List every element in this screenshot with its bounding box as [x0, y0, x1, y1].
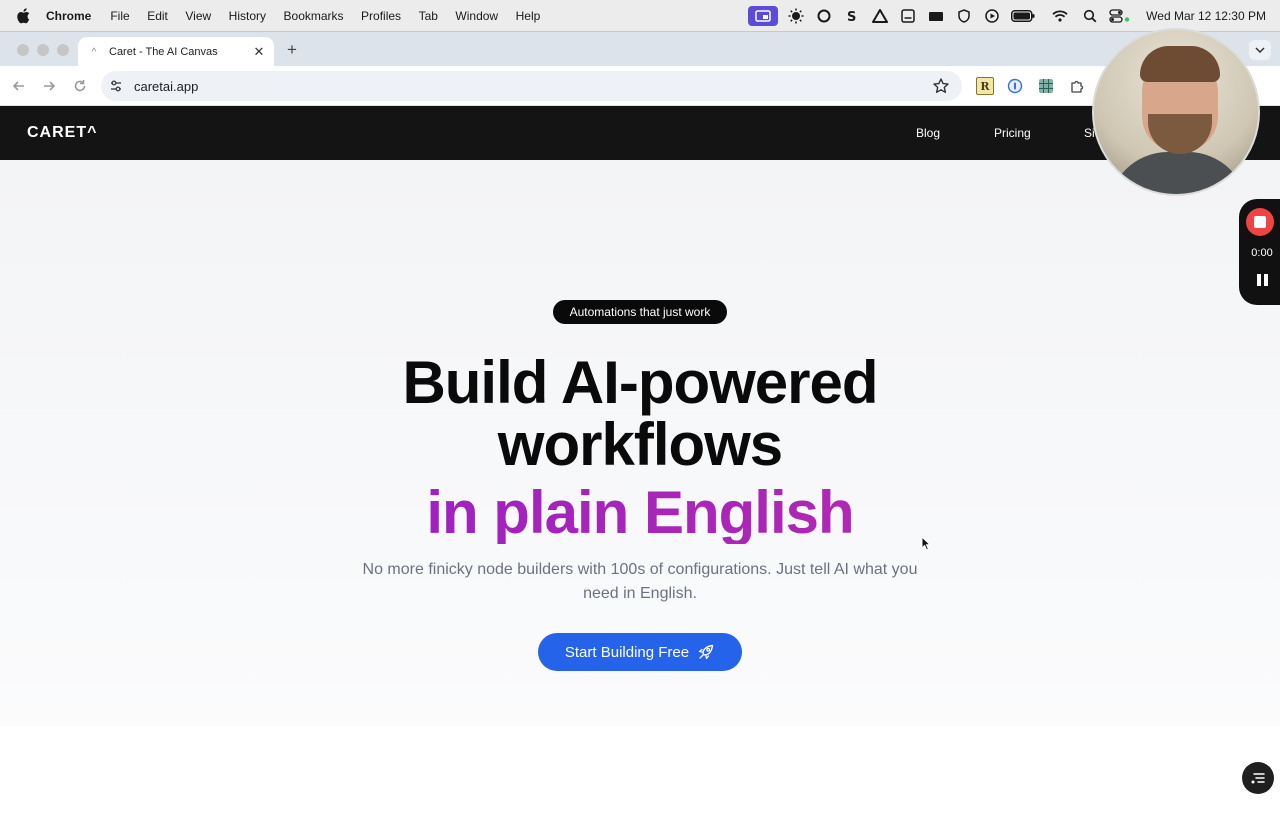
site-info-icon[interactable] [108, 78, 124, 94]
drive-triangle-icon[interactable] [870, 6, 890, 26]
browser-tab-active[interactable]: ^ Caret - The AI Canvas ✕ [78, 37, 274, 67]
menu-view[interactable]: View [185, 9, 211, 23]
stop-icon[interactable] [1246, 208, 1274, 236]
wifi-icon[interactable] [1050, 6, 1070, 26]
back-button[interactable] [10, 77, 28, 95]
shield-icon[interactable] [954, 6, 974, 26]
tab-title: Caret - The AI Canvas [109, 46, 218, 58]
svg-text:S: S [847, 10, 856, 23]
webcam-overlay[interactable] [1092, 28, 1260, 196]
hero-headline-line-1: Build AI-powered [402, 349, 878, 416]
pause-icon[interactable] [1257, 274, 1269, 286]
new-tab-button[interactable]: + [283, 40, 301, 60]
webpage: CARET^ Blog Pricing Si Automations that … [0, 106, 1280, 831]
nav-link-blog[interactable]: Blog [916, 126, 940, 140]
browser-tab-strip: ^ Caret - The AI Canvas ✕ + [0, 31, 1280, 67]
webcam-person-beard [1148, 114, 1212, 154]
chat-menu-icon[interactable] [1242, 762, 1274, 794]
menu-history[interactable]: History [229, 9, 266, 23]
reload-button[interactable] [71, 77, 89, 95]
macos-menu-bar: Chrome File Edit View History Bookmarks … [0, 0, 1280, 31]
clapper-icon[interactable] [926, 6, 946, 26]
brightness-icon[interactable] [786, 6, 806, 26]
nav-link-pricing[interactable]: Pricing [994, 126, 1031, 140]
battery-icon[interactable] [1010, 6, 1036, 26]
recording-timer: 0:00 [1251, 247, 1273, 259]
menu-edit[interactable]: Edit [147, 9, 168, 23]
screen-share-icon[interactable] [748, 5, 779, 26]
menu-bookmarks[interactable]: Bookmarks [284, 9, 344, 23]
extensions-icon[interactable] [1068, 77, 1086, 95]
browser-toolbar: caretai.app R [0, 66, 1280, 106]
menu-tab[interactable]: Tab [419, 9, 438, 23]
cta-label: Start Building Free [564, 643, 690, 661]
menu-help[interactable]: Help [516, 9, 541, 23]
hero-headline-accent: in plain English [300, 482, 980, 544]
minimize-window-button[interactable] [37, 44, 49, 56]
hero-subtext: No more finicky node builders with 100s … [362, 561, 918, 602]
rocket-icon [697, 643, 715, 661]
apple-icon[interactable] [16, 7, 32, 24]
control-center-icon[interactable] [1108, 6, 1132, 26]
tab-search-button[interactable] [1249, 40, 1271, 60]
site-navbar: CARET^ Blog Pricing Si [0, 106, 1280, 160]
mouse-cursor-icon [921, 536, 931, 551]
hero-badge: Automations that just work [553, 300, 727, 324]
play-icon[interactable] [982, 6, 1002, 26]
url-text[interactable]: caretai.app [134, 79, 198, 94]
menu-window[interactable]: Window [455, 9, 498, 23]
hero-headline: Build AI-powered workflows [300, 352, 980, 476]
caret-favicon-icon: ^ [91, 46, 97, 58]
close-window-button[interactable] [17, 44, 29, 56]
webcam-person-shirt [1108, 152, 1248, 194]
menu-bar-status-area: S Wed Mar 12 12:30 PM [740, 0, 1280, 31]
hero-section: Automations that just work Build AI-powe… [0, 160, 1280, 726]
menu-profiles[interactable]: Profiles [361, 9, 401, 23]
bookmark-star-icon[interactable] [932, 77, 950, 95]
password-manager-icon[interactable] [1006, 77, 1024, 95]
zoom-window-button[interactable] [57, 44, 69, 56]
forward-button[interactable] [40, 77, 58, 95]
site-logo[interactable]: CARET^ [27, 124, 97, 142]
start-building-free-button[interactable]: Start Building Free [538, 633, 742, 671]
address-bar[interactable]: caretai.app [101, 71, 962, 101]
circle-icon[interactable] [814, 6, 834, 26]
grid-extension-icon[interactable] [1037, 77, 1055, 95]
hero-headline-line-2: workflows [497, 411, 783, 478]
menu-app-name[interactable]: Chrome [46, 9, 91, 23]
webcam-person-hair [1140, 46, 1220, 82]
menu-bar-clock[interactable]: Wed Mar 12 12:30 PM [1146, 9, 1266, 23]
app-s-icon[interactable]: S [842, 6, 862, 26]
tab-close-icon[interactable]: ✕ [250, 44, 268, 60]
extension-r-icon[interactable]: R [976, 77, 994, 95]
screen-recorder-controls: 0:00 [1239, 199, 1280, 305]
window-icon[interactable] [898, 6, 918, 26]
menu-file[interactable]: File [110, 9, 129, 23]
search-icon[interactable] [1080, 6, 1100, 26]
window-controls [17, 44, 69, 56]
